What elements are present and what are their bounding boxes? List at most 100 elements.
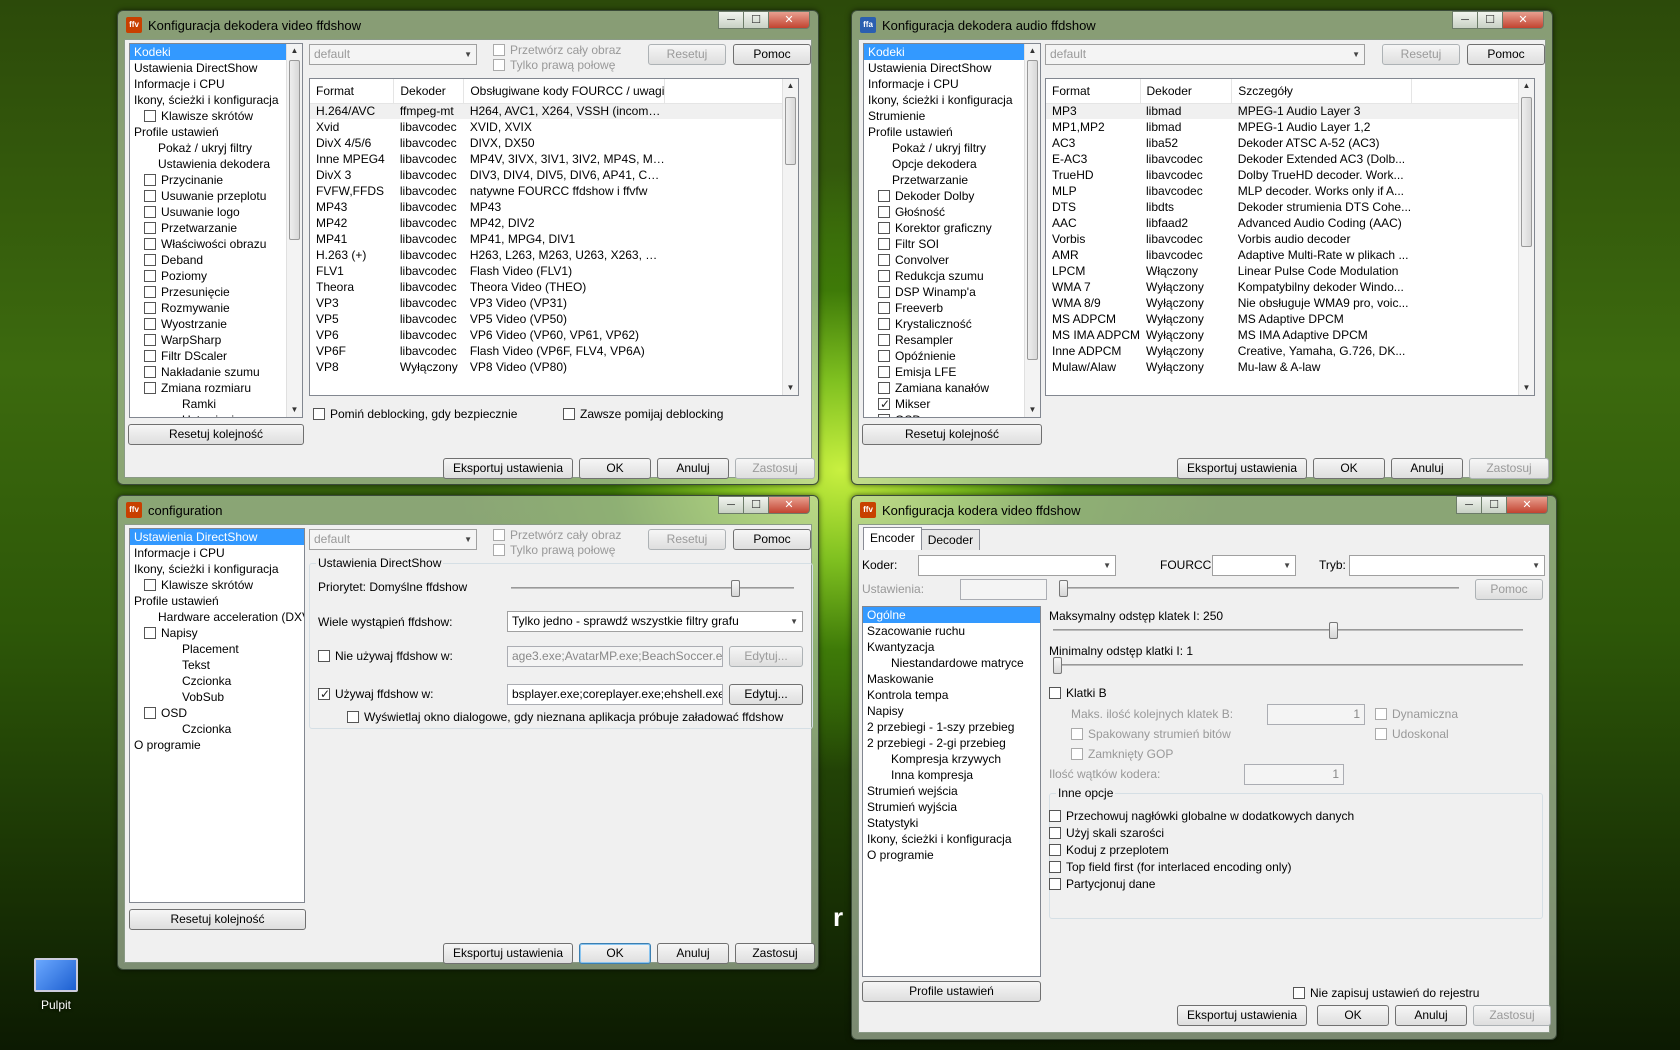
tree-item-checkbox[interactable] (878, 238, 890, 250)
closed-gop-checkbox[interactable]: Zamknięty GOP (1071, 746, 1173, 762)
slider-knob[interactable] (1059, 580, 1068, 597)
always-skip-checkbox[interactable]: Zawsze pomijaj deblocking (563, 406, 723, 422)
reset-button[interactable]: Resetuj (1382, 44, 1460, 65)
cancel-button[interactable]: Anuluj (657, 943, 729, 964)
tree-item[interactable]: Profile ustawień (130, 124, 302, 140)
settings-tree[interactable]: Ogólne Szacowanie ruchu Kwantyzacja Niestan… (862, 606, 1041, 977)
maximize-button[interactable]: ☐ (1477, 11, 1503, 29)
tree-item-checkbox[interactable] (144, 350, 156, 362)
column-header[interactable]: Szczegóły (1231, 79, 1412, 104)
tree-item[interactable]: Informacje i CPU (130, 545, 304, 561)
table-row[interactable]: MP41 libavcodec MP41, MPG4, DIV1 (310, 231, 798, 247)
column-header[interactable]: Dekoder (1140, 79, 1233, 104)
export-settings-button[interactable]: Eksportuj ustawienia (1177, 1005, 1307, 1026)
tree-item[interactable]: Informacje i CPU (130, 76, 302, 92)
scroll-up-arrow-icon[interactable]: ▲ (1519, 79, 1534, 93)
tree-item[interactable]: Hardware acceleration (DXVA) (130, 609, 304, 625)
scroll-up-arrow-icon[interactable]: ▲ (287, 44, 302, 58)
other-option-checkbox[interactable]: Koduj z przeplotem (1049, 842, 1169, 858)
tab-encoder[interactable]: Encoder (863, 527, 922, 550)
close-button[interactable]: ✕ (1502, 11, 1544, 29)
ok-button[interactable]: OK (579, 458, 651, 479)
table-row[interactable]: AAC libfaad2 Advanced Audio Coding (AAC) (1046, 215, 1534, 231)
settings-field[interactable] (960, 579, 1047, 600)
tree-item[interactable]: Strumień wejścia (863, 783, 1040, 799)
tree-item[interactable]: Maskowanie (863, 671, 1040, 687)
tree-item-checkbox[interactable] (878, 254, 890, 266)
tree-item[interactable]: Przesunięcie (130, 284, 302, 300)
help-button[interactable]: Pomoc (1467, 44, 1545, 65)
tree-item-checkbox[interactable] (144, 190, 156, 202)
right-half-checkbox[interactable]: Tylko prawą połowę (493, 542, 615, 558)
slider-knob[interactable] (1329, 622, 1338, 639)
export-settings-button[interactable]: Eksportuj ustawienia (443, 458, 573, 479)
dont-use-field[interactable]: age3.exe;AvatarMP.exe;BeachSoccer.exe; (507, 646, 723, 667)
close-button[interactable]: ✕ (768, 496, 810, 514)
tree-item[interactable]: Napisy (130, 625, 304, 641)
apply-button[interactable]: Zastosuj (735, 458, 815, 479)
tree-item-checkbox[interactable] (878, 302, 890, 314)
tree-item[interactable]: Opóźnienie (864, 348, 1040, 364)
tree-item[interactable]: Ustawienia DirectShow (130, 60, 302, 76)
tree-item[interactable]: Ustawienia (130, 412, 302, 417)
tree-item[interactable]: Informacje i CPU (864, 76, 1040, 92)
table-row[interactable]: DTS libdts Dekoder strumienia DTS Cohe... (1046, 199, 1534, 215)
cancel-button[interactable]: Anuluj (1395, 1005, 1467, 1026)
tree-item[interactable]: Przetwarzanie (864, 172, 1040, 188)
tree-item-checkbox[interactable] (878, 270, 890, 282)
tree-item[interactable]: Filtr SOI (864, 236, 1040, 252)
column-header[interactable]: Dekoder (393, 79, 465, 104)
tree-item-checkbox[interactable] (144, 110, 156, 122)
reset-button[interactable]: Resetuj (648, 529, 726, 550)
table-row[interactable]: MLP libavcodec MLP decoder. Works only if … (1046, 183, 1534, 199)
scroll-thumb[interactable] (289, 60, 300, 240)
tree-item[interactable]: Usuwanie przeplotu (130, 188, 302, 204)
title-bar[interactable]: ffa Konfiguracja dekodera audio ffdshow … (852, 11, 1552, 39)
tree-item[interactable]: Profile ustawień (130, 593, 304, 609)
table-row[interactable]: MS IMA ADPCM Wyłączony MS IMA Adaptive DPC… (1046, 327, 1534, 343)
ok-button[interactable]: OK (1313, 458, 1385, 479)
tree-item-checkbox[interactable] (878, 206, 890, 218)
tree-item-checkbox[interactable] (144, 627, 156, 639)
tree-item[interactable]: Placement (130, 641, 304, 657)
minimize-button[interactable]: ─ (1452, 11, 1478, 29)
mode-combo[interactable] (1349, 555, 1545, 576)
tree-item[interactable]: O programie (863, 847, 1040, 863)
tree-scrollbar[interactable]: ▲ ▼ (286, 44, 302, 417)
table-row[interactable]: MP1,MP2 libmad MPEG-1 Audio Layer 1,2 (1046, 119, 1534, 135)
tree-item-checkbox[interactable] (878, 396, 890, 412)
apply-button[interactable]: Zastosuj (1469, 458, 1549, 479)
table-row[interactable]: AC3 liba52 Dekoder ATSC A-52 (AC3) (1046, 135, 1534, 151)
tree-item[interactable]: Głośność (864, 204, 1040, 220)
tree-item[interactable]: Przycinanie (130, 172, 302, 188)
tree-item[interactable]: Szacowanie ruchu (863, 623, 1040, 639)
tree-item[interactable]: Ikony, ścieżki i konfiguracja (863, 831, 1040, 847)
use-checkbox[interactable]: Używaj ffdshow w: (318, 686, 433, 702)
table-row[interactable]: WMA 8/9 Wyłączony Nie obsługuje WMA9 pro, … (1046, 295, 1534, 311)
reset-order-button[interactable]: Resetuj kolejność (129, 909, 306, 930)
tree-item-checkbox[interactable] (144, 382, 156, 394)
tree-item-checkbox[interactable] (144, 579, 156, 591)
tree-item[interactable]: Klawisze skrótów (130, 108, 302, 124)
title-bar[interactable]: ffv Konfiguracja kodera video ffdshow ─ ☐… (852, 496, 1556, 524)
table-row[interactable]: VP5 libavcodec VP5 Video (VP50) (310, 311, 798, 327)
scroll-down-arrow-icon[interactable]: ▼ (1025, 403, 1040, 417)
list-scrollbar[interactable]: ▲ ▼ (1518, 79, 1534, 395)
tree-item[interactable]: O programie (130, 737, 304, 753)
max-b-frames-field[interactable]: 1 (1267, 704, 1365, 725)
tree-item[interactable]: Usuwanie logo (130, 204, 302, 220)
table-row[interactable]: VP8 Wyłączony VP8 Video (VP80) (310, 359, 798, 375)
other-option-checkbox[interactable]: Przechowuj nagłówki globalne w dodatkowy… (1049, 808, 1354, 824)
tree-item[interactable]: WarpSharp (130, 332, 302, 348)
apply-button[interactable]: Zastosuj (735, 943, 815, 964)
tree-item[interactable]: Inna kompresja (863, 767, 1040, 783)
reset-order-button[interactable]: Resetuj kolejność (128, 424, 304, 445)
tree-item-checkbox[interactable] (144, 270, 156, 282)
reset-button[interactable]: Resetuj (648, 44, 726, 65)
use-field[interactable]: bsplayer.exe;coreplayer.exe;ehshell.exe;… (507, 684, 723, 705)
codec-list[interactable]: Format Dekoder Obsługiwane kody FOURCC / u… (309, 78, 799, 396)
preset-combo[interactable]: default (309, 529, 477, 550)
export-settings-button[interactable]: Eksportuj ustawienia (1177, 458, 1307, 479)
column-header[interactable]: Obsługiwane kody FOURCC / uwagi (463, 79, 666, 104)
scroll-up-arrow-icon[interactable]: ▲ (1025, 44, 1040, 58)
